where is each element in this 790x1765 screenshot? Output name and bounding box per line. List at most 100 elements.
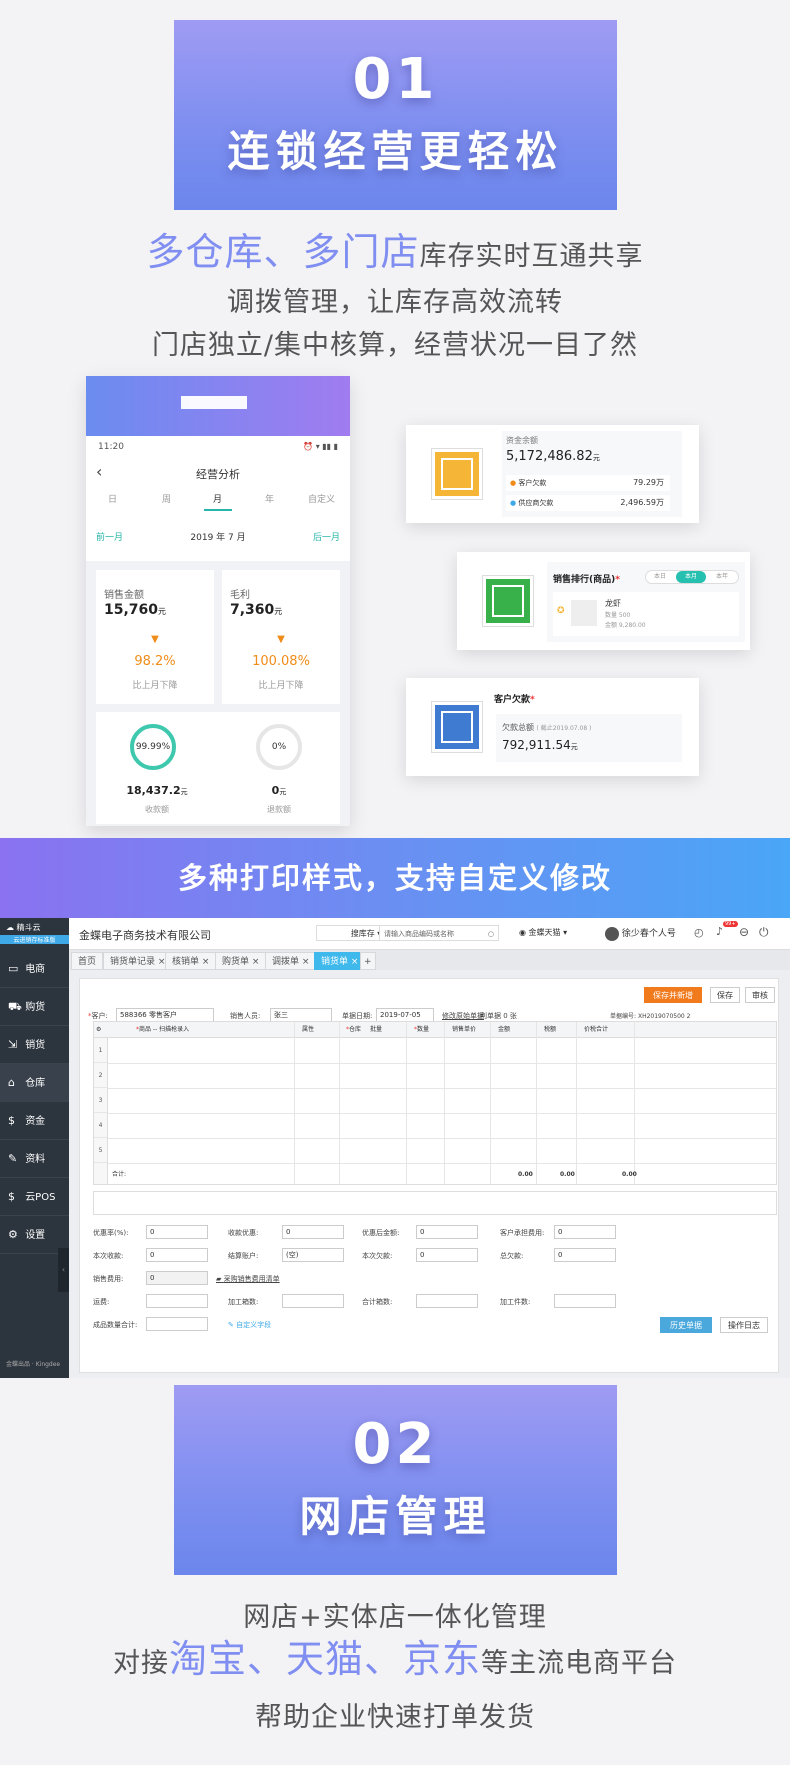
tab-year[interactable]: 年 xyxy=(265,492,274,505)
tab-sales-records[interactable]: 销货单记录 × xyxy=(103,952,173,970)
freight-label: 运费: xyxy=(93,1298,110,1306)
col-goods: 商品 -- 扫描枪录入 xyxy=(139,1026,190,1033)
remarks-textarea[interactable] xyxy=(93,1191,777,1215)
history-button[interactable]: 历史单据 xyxy=(660,1317,712,1333)
tab-verify[interactable]: 核销单 × xyxy=(165,952,217,970)
sidebar-footer: 金蝶出品 · Kingdee xyxy=(6,1361,61,1368)
phone-mockup: 11:20 ⏰ ▾ ▮▮ ▮ ‹ 经营分析 日 周 月 年 自定义 前一月 20… xyxy=(86,376,350,826)
user-menu[interactable]: 徐少春个人号 xyxy=(605,926,676,941)
qty-total-field[interactable] xyxy=(146,1317,208,1331)
owe-field[interactable]: 0 xyxy=(416,1248,478,1262)
payment-card: 99.99% 18,437.2元 收款额 0% 0元 退款额 xyxy=(96,712,340,824)
proc-piece-field[interactable] xyxy=(554,1294,616,1308)
image-placeholder-icon xyxy=(483,576,533,626)
next-month-link[interactable]: 后一月 xyxy=(313,530,340,543)
tab-label: 购货单 xyxy=(222,957,250,967)
avatar xyxy=(605,926,619,941)
rank-tab-day[interactable]: 本日 xyxy=(654,571,666,583)
sales-order-form: 保存并新增 保存 审核 *客户: 588366 零售客户 销售人员: 张三 单据… xyxy=(79,978,779,1373)
profit-value: 7,360 xyxy=(230,602,275,618)
back-circle-icon[interactable]: ⊖ xyxy=(739,925,749,939)
tab-label: 首页 xyxy=(78,957,97,967)
cust-fee-field[interactable]: 0 xyxy=(554,1225,616,1239)
collapse-handle[interactable]: ‹ xyxy=(58,1248,69,1292)
section-number: 02 xyxy=(352,1412,439,1477)
original-doc-link[interactable]: 修改原始单据 xyxy=(442,1011,484,1021)
save-new-button[interactable]: 保存并新增 xyxy=(644,987,702,1003)
count-box-field[interactable] xyxy=(416,1294,478,1308)
tab-purchase[interactable]: 购货单 × xyxy=(215,952,267,970)
sidebar-item-ecommerce[interactable]: ▭ 电商 xyxy=(0,950,69,988)
log-button[interactable]: 操作日志 xyxy=(720,1317,768,1333)
home-icon: ⌂ xyxy=(8,1076,15,1089)
refund-label: 退款额 xyxy=(267,805,291,814)
freight-field[interactable] xyxy=(146,1294,208,1308)
sidebar-item-purchase[interactable]: ⛟ 购货 xyxy=(0,988,69,1026)
disc-amt-field[interactable]: 0 xyxy=(282,1225,344,1239)
row-number: 4 xyxy=(94,1113,107,1138)
sidebar-item-data[interactable]: ✎ 资料 xyxy=(0,1140,69,1178)
slogan-line1: 网店+实体店一体化管理 xyxy=(243,1602,547,1633)
sidebar-label: 购货 xyxy=(25,1002,46,1013)
account-select[interactable]: (空) xyxy=(282,1248,344,1262)
receipt-field[interactable]: 0 xyxy=(146,1248,208,1262)
sales-fee-field[interactable]: 0 xyxy=(146,1271,208,1285)
search-input[interactable]: 请输入商品编码或名称 ○ xyxy=(379,925,499,941)
tab-home[interactable]: 首页 xyxy=(71,952,104,970)
rank-tab-month[interactable]: 本月 xyxy=(676,571,706,583)
sidebar-item-pos[interactable]: $ 云POS xyxy=(0,1178,69,1216)
customer-field[interactable]: 588366 零售客户 xyxy=(116,1008,214,1022)
section2-hero: 02 网店管理 xyxy=(174,1385,617,1575)
audit-button[interactable]: 审核 xyxy=(745,987,775,1003)
tab-month[interactable]: 月 xyxy=(213,492,222,505)
rank-tab-year[interactable]: 本年 xyxy=(716,571,728,583)
seller-field[interactable]: 张三 xyxy=(270,1008,332,1022)
tab-custom[interactable]: 自定义 xyxy=(308,492,335,505)
debt-sub: 欠款总额 xyxy=(502,723,534,732)
tab-sales-order[interactable]: 销货单 × xyxy=(314,952,366,970)
sidebar-label: 销货 xyxy=(25,1040,46,1051)
sidebar-item-warehouse[interactable]: ⌂ 仓库 xyxy=(0,1064,69,1102)
settings-icon[interactable]: ⚙ xyxy=(96,1022,101,1038)
sales-ranking-card: 销售排行(商品)* 本日 本月 本年 ✪ 龙虾 数量 500 金额 9,280.… xyxy=(457,552,750,650)
tab-transfer[interactable]: 调拨单 × xyxy=(265,952,317,970)
power-icon[interactable]: ⏻ xyxy=(759,925,769,940)
receipt-label: 收款额 xyxy=(145,805,169,814)
user-name: 徐少春个人号 xyxy=(621,929,676,939)
tab-label: 销货单记录 xyxy=(110,957,156,967)
sidebar-item-funds[interactable]: $ 资金 xyxy=(0,1102,69,1140)
slogan-highlight: 淘宝、天猫、京东 xyxy=(168,1637,481,1681)
slogan-line3: 帮助企业快速打单发货 xyxy=(255,1702,535,1733)
supplier-icon: ● xyxy=(510,499,517,507)
pen-icon: ✎ xyxy=(228,1321,234,1329)
fee-list-link[interactable]: ▰ 采购销售费用清单 xyxy=(216,1274,280,1284)
company-name: 金蝶电子商务技术有限公司 xyxy=(79,929,211,942)
disc-rate-field[interactable]: 0 xyxy=(146,1225,208,1239)
sidebar-item-sales[interactable]: ⇲ 销货 xyxy=(0,1026,69,1064)
date-field[interactable]: 2019-07-05 xyxy=(376,1008,434,1022)
total-owe-field[interactable]: 0 xyxy=(554,1248,616,1262)
proc-box-field[interactable] xyxy=(282,1294,344,1308)
col-tax: 税额 xyxy=(544,1026,557,1033)
save-button[interactable]: 保存 xyxy=(710,987,740,1003)
tab-week[interactable]: 周 xyxy=(162,492,171,505)
after-disc-field[interactable]: 0 xyxy=(416,1225,478,1239)
status-time: 11:20 xyxy=(98,442,124,452)
rank-item-name: 龙虾 xyxy=(605,599,621,608)
section1-hero: 01 连锁经营更轻松 xyxy=(174,20,617,210)
total-label: 合计: xyxy=(112,1171,127,1178)
bell-icon[interactable]: ♪ 99+ xyxy=(716,921,738,938)
sidebar-label: 电商 xyxy=(25,964,46,975)
tab-day[interactable]: 日 xyxy=(108,492,117,505)
custom-field-link[interactable]: ✎ 自定义字段 xyxy=(228,1320,271,1330)
profit-label: 毛利 xyxy=(230,590,250,601)
clock-icon[interactable]: ◴ xyxy=(694,926,704,939)
store-select[interactable]: ◉ 金蝶天猫 ▾ xyxy=(519,927,567,938)
cust-fee-label: 客户承担费用: xyxy=(500,1229,545,1237)
slogan-text: 等主流电商平台 xyxy=(481,1648,677,1679)
money-icon: $ xyxy=(8,1114,15,1127)
debt-title: 客户欠款 xyxy=(494,695,531,705)
rank-item-qty: 数量 500 xyxy=(605,612,631,619)
tab-add[interactable]: + xyxy=(360,952,376,970)
sales-compare: 比上月下降 xyxy=(132,681,178,691)
